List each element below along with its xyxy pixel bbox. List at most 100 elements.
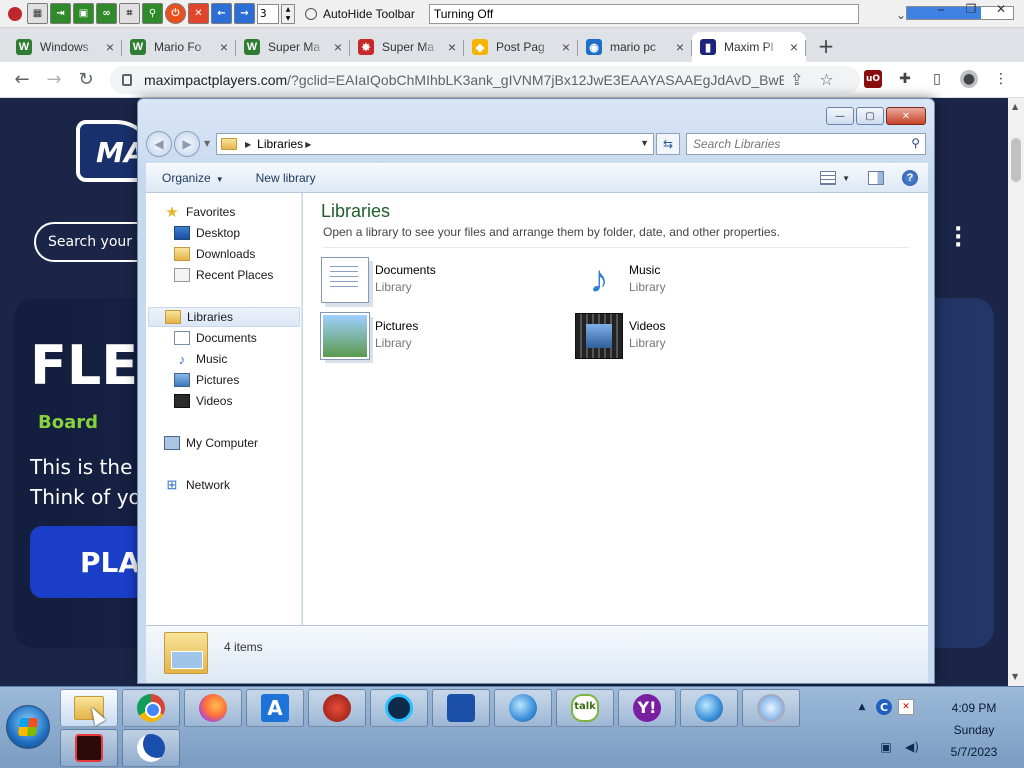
autohide-radio[interactable] <box>305 7 317 20</box>
address-breadcrumb[interactable]: ▶ Libraries ▶ ▼ <box>216 133 654 155</box>
taskbar-ccleaner[interactable] <box>370 689 428 727</box>
breadcrumb-libraries[interactable]: Libraries <box>257 137 303 151</box>
magnifier-icon[interactable]: ⚲ <box>142 3 163 24</box>
network-tray-icon[interactable]: ▣ <box>878 739 894 755</box>
nav-recent-places[interactable]: Recent Places <box>174 268 273 282</box>
taskbar-chrome[interactable] <box>122 689 180 727</box>
extensions-puzzle-icon[interactable]: ✚ <box>896 70 914 88</box>
taskbar-globe[interactable] <box>494 689 552 727</box>
tab-close-icon[interactable]: × <box>220 39 228 55</box>
search-libraries-input[interactable]: Search Libraries ⚲ <box>686 133 926 155</box>
grid-icon[interactable]: ▦ <box>27 3 48 24</box>
back-arrow-icon[interactable]: ← <box>211 3 232 24</box>
library-pictures[interactable]: Pictures Library <box>321 313 418 359</box>
share-icon[interactable]: ⇪ <box>790 70 803 89</box>
tab-search-chevron-icon[interactable]: ⌄ <box>896 8 906 22</box>
clock[interactable]: 4:09 PM Sunday 5/7/2023 <box>934 697 1014 763</box>
nav-libraries[interactable]: Libraries <box>148 307 300 327</box>
site-menu-dots-icon[interactable]: · · · <box>954 219 962 257</box>
start-button[interactable] <box>6 705 50 749</box>
taskbar-firefox[interactable] <box>184 689 242 727</box>
back-button[interactable]: ← <box>6 64 38 96</box>
power-icon[interactable]: ⏻ <box>165 3 186 24</box>
reload-button[interactable]: ↻ <box>70 64 102 96</box>
binoculars-icon[interactable]: ∞ <box>96 3 117 24</box>
nav-downloads[interactable]: Downloads <box>174 247 255 261</box>
screenshot-icon[interactable]: ⌗ <box>119 3 140 24</box>
breadcrumb-chevron-icon[interactable]: ▶ <box>245 140 251 149</box>
recent-pages-dropdown-icon[interactable]: ▼ <box>204 139 210 148</box>
new-library-button[interactable]: New library <box>240 171 332 185</box>
scroll-down-icon[interactable]: ▼ <box>1012 672 1018 681</box>
image-icon[interactable]: ▣ <box>73 3 94 24</box>
lock-icon[interactable] <box>122 74 132 86</box>
view-options-chevron-icon[interactable]: ▼ <box>842 174 850 183</box>
scroll-thumb[interactable] <box>1011 138 1021 182</box>
taskbar-talk[interactable]: talk <box>556 689 614 727</box>
organize-button[interactable]: Organize ▼ <box>146 171 240 185</box>
taskbar-blue-app[interactable] <box>432 689 490 727</box>
url-text[interactable]: maximpactplayers.com/?gclid=EAIaIQobChMI… <box>144 72 784 88</box>
nav-my-computer[interactable]: My Computer <box>164 436 258 450</box>
library-videos[interactable]: Videos Library <box>575 313 666 359</box>
menu-dots-icon[interactable]: ⋮ <box>992 70 1010 88</box>
nav-desktop[interactable]: Desktop <box>174 226 240 240</box>
preview-pane-icon[interactable] <box>868 171 884 185</box>
address-dropdown-icon[interactable]: ▼ <box>640 138 649 148</box>
tab-close-icon[interactable]: × <box>334 39 342 55</box>
explorer-forward-button[interactable]: ▶ <box>174 131 200 157</box>
nav-network[interactable]: ⊞ Network <box>164 477 230 492</box>
taskbar-recorder[interactable] <box>60 729 118 767</box>
explorer-maximize-button[interactable]: ▢ <box>856 107 884 125</box>
tab-0[interactable]: W Windows × <box>8 32 122 62</box>
library-documents[interactable]: Documents Library <box>321 257 436 303</box>
refresh-icon[interactable]: ⇆ <box>656 133 680 155</box>
tab-close-icon[interactable]: × <box>448 39 456 55</box>
volume-icon[interactable]: ◀) <box>904 739 920 755</box>
breadcrumb-chevron-icon[interactable]: ▶ <box>305 140 311 149</box>
tab-3[interactable]: ✸ Super Ma × <box>350 32 464 62</box>
new-tab-button[interactable]: + <box>812 32 840 60</box>
nav-videos[interactable]: Videos <box>174 394 232 408</box>
forward-button[interactable]: → <box>38 64 70 96</box>
explorer-close-button[interactable]: ✕ <box>886 107 926 125</box>
scroll-up-icon[interactable]: ▲ <box>1012 102 1018 111</box>
taskbar-globe-2[interactable] <box>680 689 738 727</box>
tab-6[interactable]: ▮ Maxim Pl × <box>692 32 806 62</box>
ublock-icon[interactable]: uO <box>864 70 882 88</box>
minimize-button[interactable]: ⎯ <box>928 2 954 16</box>
search-icon[interactable]: ⚲ <box>911 136 920 150</box>
side-panel-icon[interactable]: ▯ <box>928 70 946 88</box>
bookmark-star-icon[interactable]: ☆ <box>819 70 833 89</box>
url-bar[interactable]: maximpactplayers.com/?gclid=EAIaIQobChMI… <box>110 66 860 94</box>
nav-favorites[interactable]: ★ Favorites <box>164 204 235 221</box>
taskbar-red-app[interactable] <box>308 689 366 727</box>
counter-stepper[interactable]: ▲ ▼ <box>281 3 295 24</box>
taskbar-safari[interactable] <box>742 689 800 727</box>
taskbar-yahoo[interactable]: Y! <box>618 689 676 727</box>
close-icon[interactable]: ✕ <box>188 3 209 24</box>
restore-button[interactable]: ❐ <box>958 2 984 16</box>
library-music[interactable]: ♪ Music Library <box>575 257 666 303</box>
nav-pictures[interactable]: Pictures <box>174 373 239 387</box>
action-center-flag-icon[interactable]: ✕ <box>898 699 914 715</box>
taskbar-moon-app[interactable] <box>122 729 180 767</box>
tab-close-icon[interactable]: × <box>106 39 114 55</box>
exit-icon[interactable]: ⇥ <box>50 3 71 24</box>
tab-2[interactable]: W Super Ma × <box>236 32 350 62</box>
profile-avatar-icon[interactable]: ● <box>960 70 978 88</box>
explorer-minimize-button[interactable]: — <box>826 107 854 125</box>
tab-close-icon[interactable]: × <box>676 39 684 55</box>
tab-5[interactable]: ◉ mario pc × <box>578 32 692 62</box>
show-hidden-icons-icon[interactable]: ▲ <box>854 699 870 715</box>
tab-close-icon[interactable]: × <box>562 39 570 55</box>
change-view-icon[interactable] <box>820 171 837 185</box>
tray-c-icon[interactable]: C <box>876 699 892 715</box>
tab-1[interactable]: W Mario Fo × <box>122 32 236 62</box>
help-icon[interactable]: ? <box>902 170 918 186</box>
nav-documents[interactable]: Documents <box>174 331 257 345</box>
record-icon[interactable] <box>4 3 25 24</box>
forward-arrow-icon[interactable]: → <box>234 3 255 24</box>
close-window-button[interactable]: ✕ <box>988 2 1014 16</box>
taskbar-a-app[interactable]: A <box>246 689 304 727</box>
